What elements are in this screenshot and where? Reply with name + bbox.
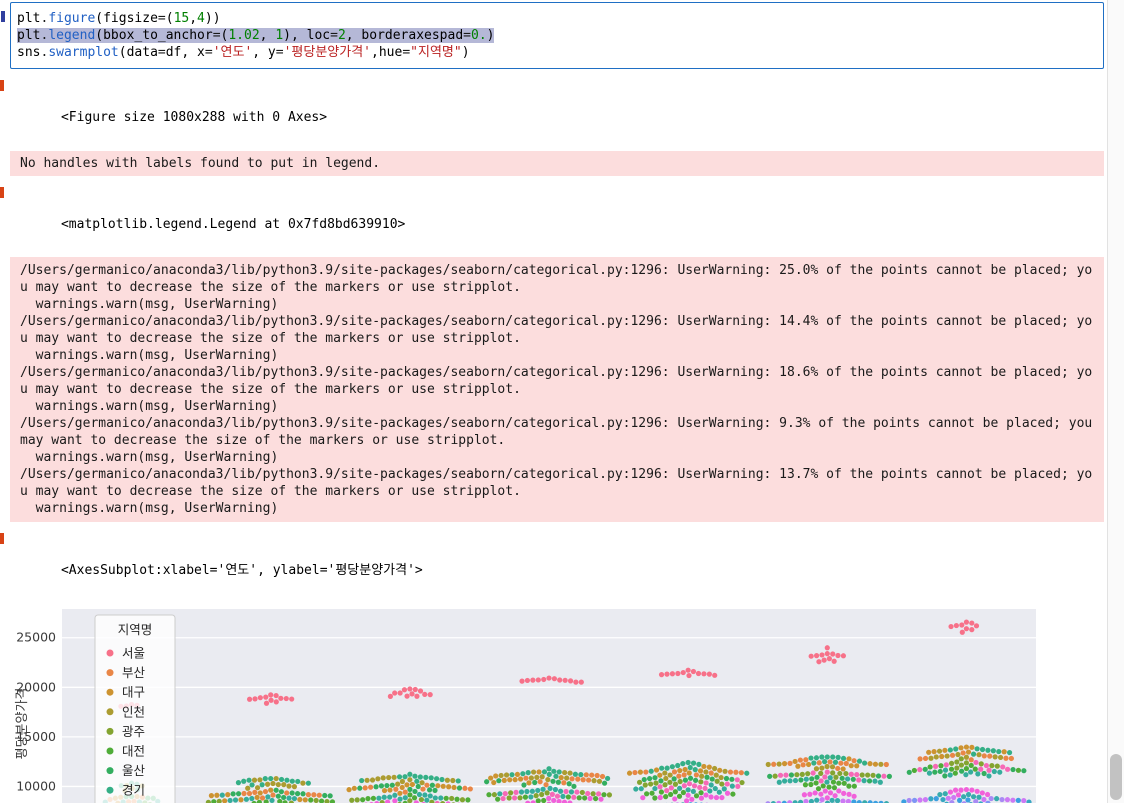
notebook-cells: plt.figure(figsize=(15,4)) plt.legend(bbo… [0, 0, 1104, 803]
legend-item-label: 울산 [122, 763, 146, 778]
userwarning-message: /Users/germanico/anaconda3/lib/python3.9… [20, 263, 1093, 295]
vertical-scrollbar-track[interactable] [1107, 0, 1124, 803]
legend-swatch [106, 727, 114, 735]
stderr-userwarnings: /Users/germanico/anaconda3/lib/python3.9… [10, 257, 1104, 522]
chart-legend: 지역명서울부산대구인천광주대전울산경기세종강원충북충남전북전남경북경남제주 [94, 614, 176, 803]
legend-swatch [106, 649, 114, 657]
legend-swatch [106, 708, 114, 716]
out-prompt-clipped [0, 80, 4, 91]
output-axes-repr: <AxesSubplot:xlabel='연도', ylabel='평당분양가격… [0, 531, 1104, 595]
swarmplot-svg: 5000100001500020000250002013201420152016… [15, 609, 1036, 803]
figure-repr-text: <Figure size 1080x288 with 0 Axes> [60, 110, 328, 125]
output-legend-repr: <matplotlib.legend.Legend at 0x7fd8bd639… [0, 185, 1104, 249]
userwarning-message: /Users/germanico/anaconda3/lib/python3.9… [20, 314, 1093, 346]
legend-item-label: 광주 [122, 724, 145, 739]
stderr-no-handles-warning: No handles with labels found to put in l… [10, 151, 1104, 176]
userwarning-call: warnings.warn(msg, UserWarning) [20, 297, 279, 312]
legend-item-label: 대구 [122, 685, 145, 700]
code-cell-input[interactable]: plt.figure(figsize=(15,4)) plt.legend(bbo… [1, 2, 1104, 69]
y-tick-label: 25000 [16, 630, 56, 645]
userwarning-call: warnings.warn(msg, UserWarning) [20, 450, 279, 465]
code-line: plt.figure(figsize=(15,4)) [17, 11, 221, 26]
legend-swatch [106, 747, 114, 755]
legend-swatch [106, 767, 114, 775]
legend-item-label: 대전 [122, 744, 145, 759]
out-prompt-clipped [0, 187, 4, 198]
in-prompt-clipped [1, 11, 5, 22]
y-tick-label: 10000 [16, 778, 56, 793]
legend-item-label: 경기 [122, 783, 145, 798]
userwarning-call: warnings.warn(msg, UserWarning) [20, 501, 279, 516]
userwarning-call: warnings.warn(msg, UserWarning) [20, 348, 279, 363]
legend-item-label: 서울 [122, 646, 145, 661]
output-figure-repr: <Figure size 1080x288 with 0 Axes> [0, 78, 1104, 142]
legend-repr-text: <matplotlib.legend.Legend at 0x7fd8bd639… [60, 217, 406, 232]
userwarning-message: /Users/germanico/anaconda3/lib/python3.9… [20, 467, 1093, 499]
code-line: plt.legend(bbox_to_anchor=(1.02, 1), loc… [17, 28, 495, 43]
legend-item-label: 인천 [122, 704, 145, 719]
userwarning-call: warnings.warn(msg, UserWarning) [20, 399, 279, 414]
swarmplot-figure: 5000100001500020000250002013201420152016… [14, 603, 1104, 803]
notebook-page: plt.figure(figsize=(15,4)) plt.legend(bbo… [0, 0, 1135, 803]
no-handles-warning-text: No handles with labels found to put in l… [20, 156, 381, 171]
legend-swatch [106, 688, 114, 696]
userwarning-message: /Users/germanico/anaconda3/lib/python3.9… [20, 416, 1101, 448]
out-prompt-clipped [0, 533, 4, 544]
y-axis-title: 평당분양가격 [15, 688, 30, 760]
legend-item-label: 부산 [122, 665, 146, 680]
vertical-scrollbar-thumb[interactable] [1110, 754, 1122, 800]
axes-repr-text: <AxesSubplot:xlabel='연도', ylabel='평당분양가격… [60, 563, 423, 578]
userwarning-message: /Users/germanico/anaconda3/lib/python3.9… [20, 365, 1093, 397]
legend-swatch [106, 669, 114, 677]
code-line: sns.swarmplot(data=df, x='연도', y='평당분양가격… [17, 45, 470, 60]
legend-swatch [106, 786, 114, 794]
legend-title: 지역명 [118, 622, 153, 637]
